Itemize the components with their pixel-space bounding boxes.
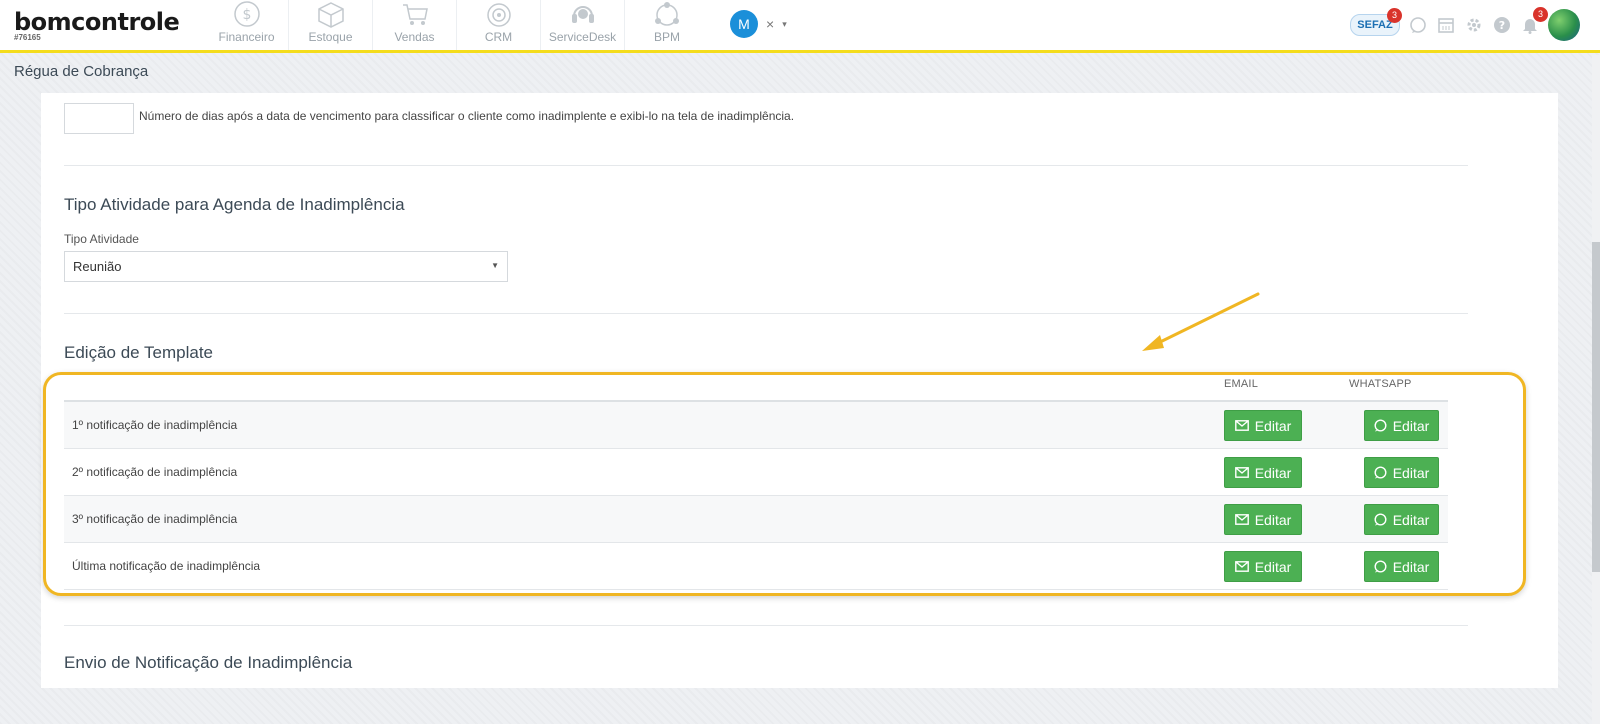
- edit-email-button[interactable]: Editar: [1224, 504, 1302, 535]
- top-navbar: bomcontrole #76165 $ Financeiro Estoque …: [0, 0, 1600, 53]
- overdue-days-helper: Número de dias após a data de vencimento…: [139, 109, 795, 123]
- content-panel: Número de dias após a data de vencimento…: [41, 93, 1558, 688]
- activity-type-select[interactable]: Reunião ▼: [64, 251, 508, 282]
- activity-section-title: Tipo Atividade para Agenda de Inadimplên…: [64, 195, 405, 214]
- whatsapp-icon[interactable]: [1408, 15, 1428, 35]
- button-label: Editar: [1254, 464, 1292, 481]
- button-label: Editar: [1392, 417, 1430, 434]
- whatsapp-icon: [1374, 513, 1387, 526]
- module-vendas[interactable]: Vendas: [373, 0, 457, 50]
- row-label: Última notificação de inadimplência: [72, 559, 261, 573]
- activity-field-label: Tipo Atividade: [64, 232, 139, 246]
- sefaz-badge: 3: [1387, 8, 1402, 23]
- profile-avatar[interactable]: [1548, 9, 1580, 41]
- whatsapp-column-header: WHATSAPP: [1349, 378, 1412, 390]
- bell-icon[interactable]: 3: [1520, 7, 1548, 35]
- cart-icon: [402, 4, 428, 25]
- button-label: Editar: [1254, 558, 1292, 575]
- edit-whatsapp-button[interactable]: Editar: [1364, 504, 1439, 535]
- button-label: Editar: [1254, 417, 1292, 434]
- user-avatar[interactable]: M: [730, 10, 758, 38]
- activity-selected-value: Reunião: [73, 259, 122, 274]
- button-label: Editar: [1392, 464, 1430, 481]
- edit-email-button[interactable]: Editar: [1224, 457, 1302, 488]
- header-actions: SEFAZ 3 ? 3: [1350, 7, 1580, 42]
- divider: [64, 625, 1468, 626]
- module-label: ServiceDesk: [548, 30, 617, 44]
- table-row: 3º notificação de inadimplência Editar E…: [64, 496, 1448, 543]
- scrollbar-thumb[interactable]: [1592, 242, 1600, 572]
- dollar-icon: $: [233, 1, 260, 27]
- module-label: Vendas: [394, 30, 435, 44]
- edit-whatsapp-button[interactable]: Editar: [1364, 410, 1439, 441]
- template-section-title: Edição de Template: [64, 343, 214, 362]
- module-servicedesk[interactable]: ServiceDesk: [541, 0, 625, 50]
- row-label: 3º notificação de inadimplência: [72, 512, 238, 526]
- scrollbar[interactable]: [1592, 55, 1600, 724]
- svg-text:$: $: [242, 7, 251, 23]
- edit-whatsapp-button[interactable]: Editar: [1364, 457, 1439, 488]
- page-title: Régua de Cobrança: [14, 63, 149, 80]
- edit-email-button[interactable]: Editar: [1224, 410, 1302, 441]
- envelope-icon: [1234, 467, 1249, 478]
- module-nav: $ Financeiro Estoque Vendas CRM ServiceD…: [205, 0, 709, 50]
- close-icon[interactable]: ×: [766, 16, 774, 32]
- module-label: CRM: [484, 30, 513, 44]
- svg-text:?: ?: [1499, 19, 1505, 32]
- help-icon[interactable]: ?: [1492, 15, 1512, 35]
- sefaz-button[interactable]: SEFAZ 3: [1350, 8, 1402, 38]
- logo[interactable]: bomcontrole #76165: [14, 8, 180, 42]
- target-icon: [486, 3, 511, 27]
- module-label: BPM: [653, 30, 680, 44]
- box-icon: [317, 2, 344, 28]
- row-label: 1º notificação de inadimplência: [72, 418, 238, 432]
- email-column-header: EMAIL: [1224, 378, 1259, 390]
- notifications-badge: 3: [1533, 7, 1548, 22]
- user-tab[interactable]: M × ▾: [730, 10, 787, 38]
- table-row: 1º notificação de inadimplência Editar E…: [64, 402, 1448, 449]
- headset-icon: [571, 6, 594, 23]
- notification-send-section-title: Envio de Notificação de Inadimplência: [64, 653, 353, 672]
- whatsapp-icon: [1374, 419, 1387, 432]
- calendar-icon[interactable]: [1436, 15, 1456, 35]
- module-estoque[interactable]: Estoque: [289, 0, 373, 50]
- edit-email-button[interactable]: Editar: [1224, 551, 1302, 582]
- edit-whatsapp-button[interactable]: Editar: [1364, 551, 1439, 582]
- whatsapp-icon: [1374, 560, 1387, 573]
- module-bpm[interactable]: BPM: [625, 0, 709, 50]
- gear-icon[interactable]: [1464, 15, 1484, 35]
- button-label: Editar: [1254, 511, 1292, 528]
- table-row: 2º notificação de inadimplência Editar E…: [64, 449, 1448, 496]
- divider: [64, 165, 1468, 166]
- module-label: Financeiro: [218, 30, 275, 44]
- button-label: Editar: [1392, 558, 1430, 575]
- module-financeiro[interactable]: $ Financeiro: [205, 0, 289, 50]
- divider: [64, 313, 1468, 314]
- whatsapp-icon: [1374, 466, 1387, 479]
- module-label: Estoque: [308, 30, 353, 44]
- overdue-days-input[interactable]: [64, 103, 134, 134]
- button-label: Editar: [1392, 511, 1430, 528]
- envelope-icon: [1234, 514, 1249, 525]
- chevron-down-icon[interactable]: ▾: [782, 19, 787, 30]
- module-crm[interactable]: CRM: [457, 0, 541, 50]
- envelope-icon: [1234, 561, 1249, 572]
- table-row: Última notificação de inadimplência Edit…: [64, 543, 1448, 590]
- chevron-down-icon: ▼: [491, 261, 499, 270]
- row-label: 2º notificação de inadimplência: [72, 465, 238, 479]
- template-table: 1º notificação de inadimplência Editar E…: [64, 400, 1448, 590]
- logo-text: bomcontrole: [14, 8, 180, 36]
- envelope-icon: [1234, 420, 1249, 431]
- flow-icon: [655, 2, 679, 26]
